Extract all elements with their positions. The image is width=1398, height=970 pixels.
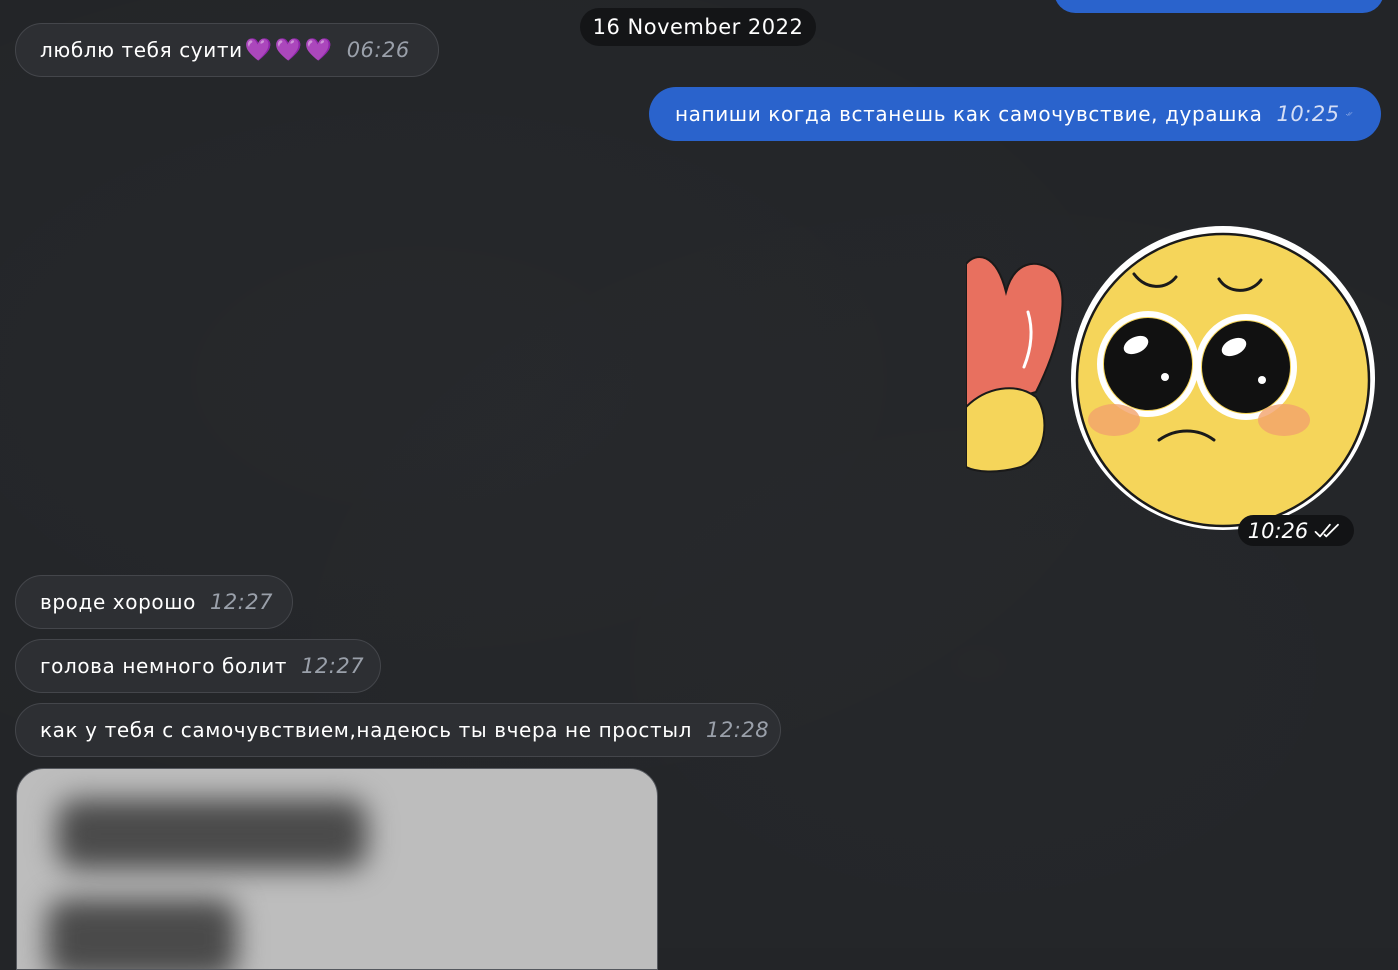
outgoing-message-bubble[interactable]: напиши когда встанешь как самочувствие, … xyxy=(649,87,1381,141)
message-text: как у тебя с самочувствием,надеюсь ты вч… xyxy=(40,718,693,742)
pleading-face-with-heart-sticker[interactable] xyxy=(966,222,1384,532)
incoming-message-bubble[interactable]: вроде хорошо 12:27 xyxy=(15,575,293,629)
double-check-icon xyxy=(1345,112,1352,116)
blurred-content xyxy=(57,799,367,869)
incoming-message-bubble[interactable]: голова немного болит 12:27 xyxy=(15,639,381,693)
sticker-time-badge: 10:26 xyxy=(1238,515,1354,546)
outgoing-message-bubble-partial[interactable] xyxy=(1054,0,1384,13)
purple-heart-icon: 💜 xyxy=(304,37,333,63)
message-time: 12:27 xyxy=(209,590,273,614)
message-text: голова немного болит xyxy=(40,654,288,678)
incoming-message-bubble[interactable]: как у тебя с самочувствием,надеюсь ты вч… xyxy=(15,703,781,757)
message-time: 10:25 xyxy=(1276,102,1340,126)
date-separator: 16 November 2022 xyxy=(580,8,816,46)
message-time: 12:27 xyxy=(301,654,365,678)
incoming-message-bubble[interactable]: люблю тебя суити 💜 💜 💜 06:26 xyxy=(15,23,439,77)
blurred-content xyxy=(47,899,237,969)
message-time: 10:26 xyxy=(1247,518,1309,543)
message-time: 12:28 xyxy=(706,718,770,742)
double-check-icon xyxy=(1314,523,1340,537)
blurred-image-message[interactable] xyxy=(16,768,658,970)
message-text: вроде хорошо xyxy=(40,590,196,614)
message-time: 06:26 xyxy=(346,38,410,62)
purple-heart-icon: 💜 xyxy=(274,37,303,63)
purple-heart-icon: 💜 xyxy=(244,37,273,63)
date-separator-label: 16 November 2022 xyxy=(592,15,804,39)
message-text: люблю тебя суити xyxy=(40,38,243,62)
message-text: напиши когда встанешь как самочувствие, … xyxy=(675,102,1263,126)
